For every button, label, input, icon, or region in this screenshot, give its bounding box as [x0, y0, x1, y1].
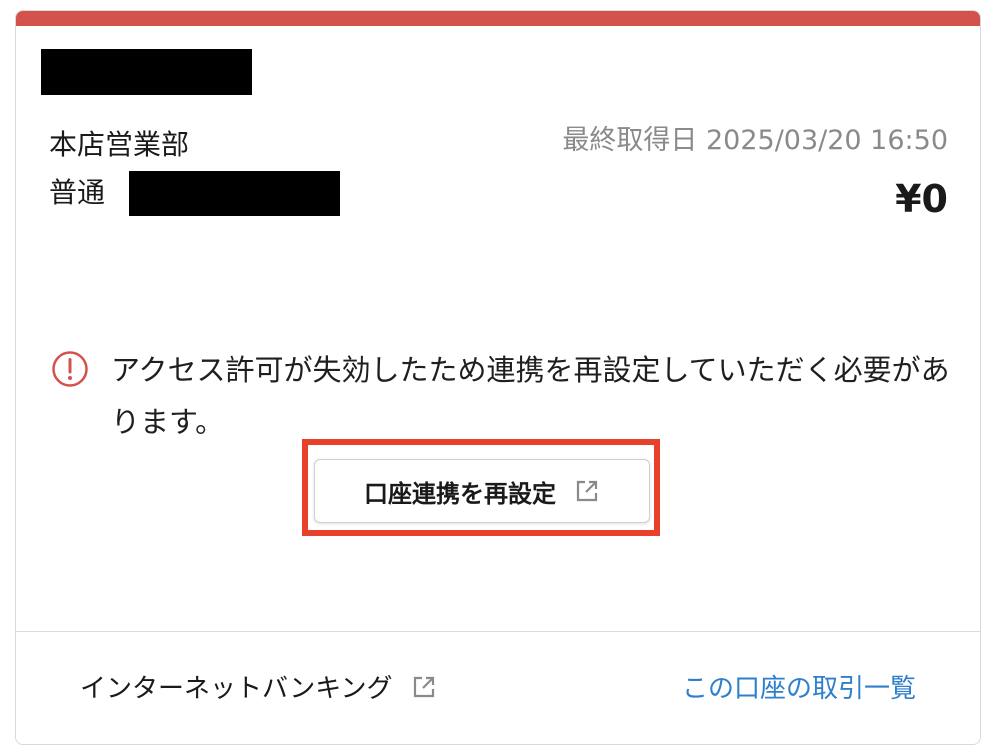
external-link-icon — [576, 480, 598, 502]
last-fetched-value: 2025/03/20 16:50 — [705, 125, 948, 156]
internet-banking-label: インターネットバンキング — [80, 674, 393, 704]
relink-button-label: 口座連携を再設定 — [364, 479, 556, 508]
external-link-icon — [413, 676, 434, 697]
last-fetched: 最終取得日 2025/03/20 16:50 — [562, 123, 948, 159]
branch-name: 本店営業部 — [49, 128, 190, 161]
internet-banking-link[interactable]: インターネットバンキング — [80, 668, 437, 705]
account-card: 本店営業部 普通 最終取得日 2025/03/20 16:50 ¥0 アクセス許… — [15, 10, 981, 745]
relink-account-button[interactable]: 口座連携を再設定 — [314, 459, 650, 523]
account-type: 普通 — [49, 176, 106, 209]
redacted-account-number — [129, 171, 340, 216]
account-balance: ¥0 — [895, 177, 948, 221]
footer-divider — [16, 631, 980, 632]
card-accent-bar — [16, 11, 980, 26]
alert-text: アクセス許可が失効したため連携を再設定していただく必要があります。 — [111, 353, 950, 439]
last-fetched-label: 最終取得日 — [562, 125, 698, 156]
transactions-list-link[interactable]: この口座の取引一覧 — [682, 668, 916, 705]
alert-circle-icon — [52, 351, 88, 387]
redacted-account-name — [41, 49, 252, 95]
